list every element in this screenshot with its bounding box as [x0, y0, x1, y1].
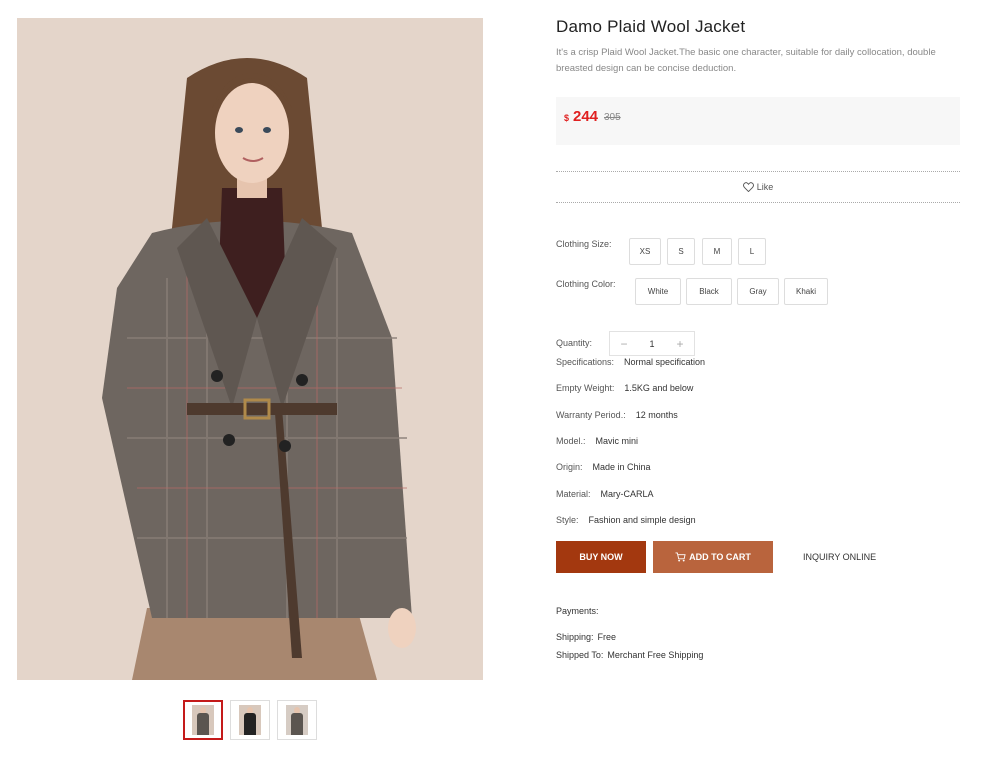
spec-label: Origin:: [556, 462, 583, 472]
heart-icon: [742, 182, 754, 192]
color-option-khaki[interactable]: Khaki: [784, 278, 828, 305]
shipping-row: Shipping: Free: [556, 632, 616, 642]
add-to-cart-label: ADD TO CART: [689, 552, 751, 562]
color-label: Clothing Color:: [556, 279, 616, 289]
spec-label: Specifications:: [556, 357, 615, 367]
shipped-to-value: Merchant Free Shipping: [607, 650, 704, 660]
thumbnail-1[interactable]: [183, 700, 223, 740]
quantity-plus-button[interactable]: +: [666, 337, 694, 351]
spec-label: Model.:: [556, 436, 586, 446]
spec-value: Mary-CARLA: [600, 489, 654, 499]
thumbnail-strip: [183, 700, 317, 740]
spec-value: Mavic mini: [595, 436, 639, 446]
spec-label: Material:: [556, 489, 591, 499]
quantity-minus-button[interactable]: −: [610, 337, 638, 351]
quantity-label: Quantity:: [556, 338, 593, 348]
spec-row: Model.: Mavic mini: [556, 436, 638, 446]
model-illustration: [17, 18, 483, 680]
size-option-l[interactable]: L: [738, 238, 766, 265]
spec-row: Specifications: Normal specification: [556, 357, 705, 367]
product-description: It's a crisp Plaid Wool Jacket.The basic…: [556, 47, 936, 74]
size-option-s[interactable]: S: [667, 238, 695, 265]
thumbnail-image: [286, 705, 308, 735]
color-option-white[interactable]: White: [635, 278, 681, 305]
buy-now-button[interactable]: BUY NOW: [556, 541, 646, 573]
add-to-cart-button[interactable]: ADD TO CART: [653, 541, 773, 573]
size-option-m[interactable]: M: [702, 238, 732, 265]
product-title: Damo Plaid Wool Jacket: [556, 17, 746, 36]
size-option-xs[interactable]: XS: [629, 238, 661, 265]
size-label: Clothing Size:: [556, 239, 612, 249]
spec-label: Style:: [556, 515, 579, 525]
shipping-value: Free: [597, 632, 617, 642]
spec-value: Fashion and simple design: [588, 515, 696, 525]
thumbnail-image: [239, 705, 261, 735]
thumbnail-image: [192, 705, 214, 735]
spec-label: Warranty Period.:: [556, 410, 626, 420]
color-option-black[interactable]: Black: [686, 278, 732, 305]
product-main-image: [17, 18, 483, 680]
like-label: Like: [756, 182, 774, 192]
spec-row: Material: Mary-CARLA: [556, 489, 654, 499]
shipped-to-row: Shipped To: Merchant Free Shipping: [556, 650, 703, 660]
payments-label: Payments:: [556, 606, 599, 616]
spec-value: 1.5KG and below: [624, 383, 694, 393]
spec-value: 12 months: [635, 410, 678, 420]
quantity-stepper: − 1 +: [609, 331, 695, 356]
spec-row: Empty Weight: 1.5KG and below: [556, 383, 693, 393]
thumbnail-3[interactable]: [277, 700, 317, 740]
spec-row: Origin: Made in China: [556, 462, 651, 472]
shipped-to-label: Shipped To:: [556, 650, 604, 660]
color-option-gray[interactable]: Gray: [737, 278, 779, 305]
shipping-label: Shipping:: [556, 632, 594, 642]
cart-icon: [675, 552, 686, 562]
price-box: $ 244 305: [556, 97, 960, 145]
quantity-value[interactable]: 1: [638, 339, 666, 349]
spec-row: Warranty Period.: 12 months: [556, 410, 678, 420]
spec-value: Made in China: [592, 462, 651, 472]
spec-value: Normal specification: [624, 357, 706, 367]
inquiry-online-link[interactable]: INQUIRY ONLINE: [803, 541, 879, 573]
spec-label: Empty Weight:: [556, 383, 615, 393]
current-price: 244: [573, 108, 599, 125]
thumbnail-2[interactable]: [230, 700, 270, 740]
original-price: 305: [604, 112, 621, 123]
spec-row: Style: Fashion and simple design: [556, 515, 696, 525]
currency-symbol: $: [564, 113, 570, 123]
like-button[interactable]: Like: [556, 171, 960, 203]
